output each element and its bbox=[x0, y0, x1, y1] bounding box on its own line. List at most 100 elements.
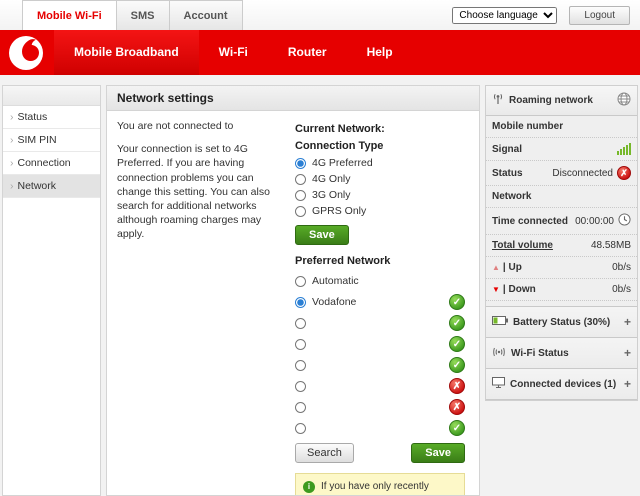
download-label: | Down bbox=[502, 284, 536, 295]
radio-3g-only[interactable]: 3G Only bbox=[295, 189, 465, 201]
radio-vodafone-input[interactable] bbox=[295, 296, 306, 308]
radio-network-4-input[interactable] bbox=[295, 359, 306, 371]
disconnected-icon bbox=[617, 166, 631, 180]
search-networks-button[interactable]: Search bbox=[295, 443, 354, 463]
clock-icon bbox=[618, 213, 631, 229]
radio-network-7[interactable] bbox=[295, 422, 312, 434]
radio-automatic-input[interactable] bbox=[295, 275, 306, 287]
sidebar-item-sim-pin[interactable]: SIM PIN bbox=[3, 129, 100, 152]
radio-automatic-label: Automatic bbox=[312, 275, 359, 287]
sidebar-item-network[interactable]: Network bbox=[3, 175, 100, 198]
network-label: Network bbox=[492, 191, 532, 202]
roaming-notice-text: If you have only recently activated roam… bbox=[321, 481, 441, 495]
info-icon bbox=[303, 481, 315, 493]
radio-network-3-input[interactable] bbox=[295, 338, 306, 350]
network-available-icon bbox=[449, 336, 465, 352]
mobile-number-label: Mobile number bbox=[492, 121, 564, 132]
total-volume-label[interactable]: Total volume bbox=[492, 240, 553, 251]
sidebar-header bbox=[3, 86, 100, 106]
radio-network-5[interactable] bbox=[295, 380, 312, 392]
globe-icon[interactable] bbox=[617, 92, 631, 109]
nav-wifi[interactable]: Wi-Fi bbox=[199, 30, 268, 75]
radio-network-6-input[interactable] bbox=[295, 401, 306, 413]
radio-gprs-only-input[interactable] bbox=[295, 205, 306, 217]
current-network-heading: Current Network: bbox=[295, 123, 385, 135]
monitor-icon bbox=[492, 377, 505, 391]
network-available-icon bbox=[449, 315, 465, 331]
radio-network-2-input[interactable] bbox=[295, 317, 306, 329]
wifi-status-accordion[interactable]: Wi-Fi Status + bbox=[486, 338, 637, 369]
signal-row: Signal bbox=[486, 138, 637, 161]
main-panel: Network settings You are not connected t… bbox=[106, 85, 480, 496]
radio-4g-only-label: 4G Only bbox=[312, 173, 351, 185]
radio-4g-only-input[interactable] bbox=[295, 173, 306, 185]
preferred-row-7 bbox=[295, 419, 465, 437]
nav-help[interactable]: Help bbox=[347, 30, 413, 75]
radio-network-5-input[interactable] bbox=[295, 380, 306, 392]
status-label: Status bbox=[492, 167, 523, 179]
mobile-number-row: Mobile number bbox=[486, 116, 637, 138]
intro-text: You are not connected to Your connection… bbox=[117, 119, 285, 487]
top-bar-right: Choose language Logout bbox=[452, 0, 640, 30]
status-panel: Roaming network Mobile number Signal Sta… bbox=[485, 85, 638, 401]
network-forbidden-icon bbox=[449, 378, 465, 394]
connection-type-heading: Connection Type bbox=[295, 140, 384, 152]
radio-network-2[interactable] bbox=[295, 317, 312, 329]
wifi-status-label: Wi-Fi Status bbox=[511, 347, 569, 359]
battery-status-accordion[interactable]: Battery Status (30%) + bbox=[486, 307, 637, 338]
preferred-row-4 bbox=[295, 356, 465, 374]
top-bar: Mobile Wi-Fi SMS Account Choose language… bbox=[0, 0, 640, 30]
roaming-network-header: Roaming network bbox=[486, 86, 637, 116]
logout-button[interactable]: Logout bbox=[569, 5, 630, 25]
expand-icon[interactable]: + bbox=[624, 377, 631, 391]
save-connection-type-button[interactable]: Save bbox=[295, 225, 349, 245]
expand-icon[interactable]: + bbox=[624, 315, 631, 329]
radio-3g-only-label: 3G Only bbox=[312, 189, 351, 201]
preferred-row-5 bbox=[295, 377, 465, 395]
battery-status-label: Battery Status (30%) bbox=[513, 316, 611, 328]
nav-router[interactable]: Router bbox=[268, 30, 347, 75]
radio-automatic[interactable]: Automatic bbox=[295, 275, 359, 287]
radio-network-6[interactable] bbox=[295, 401, 312, 413]
total-volume-value: 48.58MB bbox=[590, 240, 631, 251]
radio-3g-only-input[interactable] bbox=[295, 189, 306, 201]
radio-gprs-only[interactable]: GPRS Only bbox=[295, 205, 465, 217]
upload-label: | Up bbox=[502, 262, 522, 273]
nav-mobile-broadband[interactable]: Mobile Broadband bbox=[54, 30, 199, 75]
radio-network-7-input[interactable] bbox=[295, 422, 306, 434]
antenna-icon bbox=[492, 93, 504, 108]
network-available-icon bbox=[449, 420, 465, 436]
language-select[interactable]: Choose language bbox=[452, 6, 558, 24]
connected-devices-accordion[interactable]: Connected devices (1) + bbox=[486, 369, 637, 400]
sidebar-item-status[interactable]: Status bbox=[3, 106, 100, 129]
preferred-row-2 bbox=[295, 314, 465, 332]
upload-value: 0b/s bbox=[612, 262, 631, 273]
total-volume-row: Total volume 48.58MB bbox=[486, 235, 637, 257]
upload-arrow-icon: ▲ bbox=[492, 263, 500, 272]
roaming-network-title: Roaming network bbox=[509, 95, 593, 106]
tab-sms[interactable]: SMS bbox=[116, 0, 170, 30]
radio-4g-preferred-input[interactable] bbox=[295, 157, 306, 169]
radio-vodafone[interactable]: Vodafone bbox=[295, 296, 356, 308]
network-row: Network bbox=[486, 186, 637, 208]
status-value: Disconnected bbox=[552, 167, 613, 179]
preferred-network-heading: Preferred Network bbox=[295, 255, 391, 267]
upload-rate-row: ▲ | Up 0b/s bbox=[486, 257, 637, 279]
radio-gprs-only-label: GPRS Only bbox=[312, 205, 367, 217]
save-preferred-network-button[interactable]: Save bbox=[411, 443, 465, 463]
battery-icon bbox=[492, 316, 508, 328]
download-rate-row: ▼ | Down 0b/s bbox=[486, 279, 637, 301]
signal-label: Signal bbox=[492, 143, 523, 155]
radio-network-3[interactable] bbox=[295, 338, 312, 350]
radio-4g-preferred[interactable]: 4G Preferred bbox=[295, 157, 465, 169]
expand-icon[interactable]: + bbox=[624, 346, 631, 360]
network-form: Current Network: Connection Type 4G Pref… bbox=[285, 119, 469, 495]
preferred-row-3 bbox=[295, 335, 465, 353]
roaming-notice: If you have only recently activated roam… bbox=[295, 473, 465, 495]
time-connected-row: Time connected 00:00:00 bbox=[486, 208, 637, 235]
radio-4g-only[interactable]: 4G Only bbox=[295, 173, 465, 185]
radio-network-4[interactable] bbox=[295, 359, 312, 371]
tab-account[interactable]: Account bbox=[169, 0, 243, 30]
tab-mobile-wifi[interactable]: Mobile Wi-Fi bbox=[22, 0, 117, 30]
sidebar-item-connection[interactable]: Connection bbox=[3, 152, 100, 175]
